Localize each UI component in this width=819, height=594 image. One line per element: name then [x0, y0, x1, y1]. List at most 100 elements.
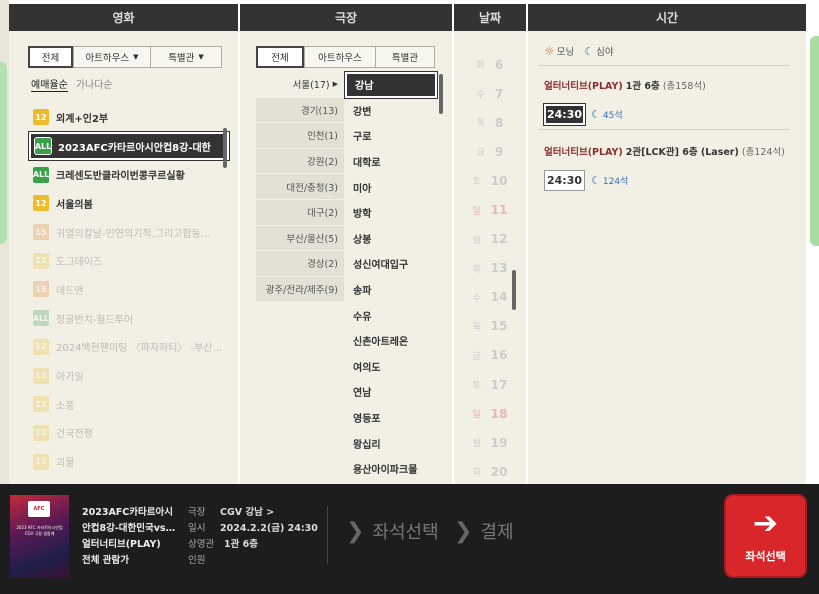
theater-link[interactable]: CGV 강남 >	[220, 505, 274, 521]
theater-item[interactable]: 강남	[344, 71, 438, 99]
next-seat-select-button[interactable]: ➔ 좌석선택	[724, 494, 807, 578]
theater-item[interactable]: 상봉	[345, 226, 437, 252]
region-item[interactable]: 인천(1)	[256, 123, 344, 149]
theater-list: 강남 강변 구로 대학로 미아 방학 상봉 성신여대입구 송파 수유 신촌아트레온 여의도 연남 영등포 왕…	[344, 71, 438, 482]
region-label: 강원(2)	[307, 157, 338, 169]
date-item[interactable]: 금9	[454, 137, 526, 166]
date-item[interactable]: 목8	[454, 108, 526, 137]
date-item[interactable]: 화 20	[454, 457, 526, 486]
movie-item[interactable]: 12 괴물	[29, 447, 229, 476]
sort-by-name[interactable]: 가나다순	[76, 76, 113, 92]
theater-item[interactable]: 강변	[345, 98, 437, 124]
movie-poster: AFC 2023 AFC 카타르아시안컵 CGV 극장 생중계	[10, 495, 69, 578]
remaining-seats-label: 124석	[602, 177, 629, 187]
date-weekday: 수	[472, 293, 481, 304]
theater-item[interactable]: 미아	[345, 174, 437, 200]
theater-list-scrollbar[interactable]	[439, 74, 443, 114]
theater-item[interactable]: 영등포	[345, 405, 437, 431]
movie-item[interactable]: 15 귀멸의칼날-인연의기적,그리고합동…	[29, 218, 229, 247]
movie-item[interactable]: 12 건국전쟁	[29, 419, 229, 448]
rating-badge: 12	[33, 338, 49, 355]
divider	[327, 506, 328, 564]
region-item[interactable]: 경기(13)	[256, 97, 344, 124]
date-item[interactable]: 월 19	[454, 428, 526, 457]
movie-item[interactable]: ALL 정글번치-월드투어	[29, 304, 229, 333]
date-item[interactable]: 화6	[454, 50, 526, 79]
theater-item[interactable]: 용산아이파크몰	[345, 456, 437, 482]
movie-item[interactable]: 12 소풍	[29, 390, 229, 419]
movie-item[interactable]: 12 아가일	[29, 361, 229, 390]
showtime-slot: 24:30 ☾ 124석	[544, 170, 794, 191]
date-list-scrollbar[interactable]	[512, 270, 516, 310]
remaining-seats: ☾ 124석	[591, 174, 628, 187]
detail-key: 인원	[188, 555, 206, 566]
movie-item[interactable]: ALL 2023AFC카타르아시안컵8강-대한	[28, 130, 230, 162]
movie-item[interactable]: 12 도그데이즈	[29, 246, 229, 275]
region-item[interactable]: 서울(17) ▶	[256, 72, 344, 98]
theater-item[interactable]: 여의도	[345, 354, 437, 380]
movie-item[interactable]: 12 2024백현팬미팅 〈파자파티〉 -부산…	[29, 333, 229, 362]
screen-brand: 얼터너티브(PLAY)	[544, 147, 623, 158]
date-item[interactable]: 토 10	[454, 166, 526, 195]
movie-title-line: 2023AFC카타르아시	[82, 507, 173, 518]
movie-tab-arthouse[interactable]: 아트하우스 ▼	[73, 46, 151, 68]
movie-tab-all[interactable]: 전체	[28, 46, 73, 68]
region-item[interactable]: 광주/전라/제주(9)	[256, 276, 344, 303]
movie-format: 얼터너티브(PLAY)	[82, 539, 161, 550]
rating-badge: ALL	[34, 137, 52, 156]
date-item[interactable]: 금 16	[454, 341, 526, 370]
date-item[interactable]: 수7	[454, 79, 526, 108]
theater-item[interactable]: 왕십리	[345, 430, 437, 456]
date-weekday: 수	[476, 90, 485, 101]
date-weekday: 토	[472, 381, 481, 392]
selected-theater-info: 극장 CGV 강남 > 일시 2024.2.2(금) 24:30 상영관 1관 6층 …	[188, 505, 318, 569]
date-item[interactable]: 일 18	[454, 399, 526, 428]
movie-column: 영화 전체 아트하우스 ▼ 특별관 ▼ 예매율순 가나다순 12 외계+인2부 ALL 2…	[9, 4, 238, 484]
theater-item[interactable]: 성신여대입구	[345, 251, 437, 277]
movie-item[interactable]: ALL 크레센도반클라이번콩쿠르실황	[29, 160, 229, 189]
date-item[interactable]: 목 15	[454, 312, 526, 341]
theater-tab-all[interactable]: 전체	[256, 46, 304, 68]
movie-item[interactable]: 15 데드맨	[29, 275, 229, 304]
theater-item[interactable]: 대학로	[345, 149, 437, 175]
rating-badge: 12	[33, 195, 49, 212]
theater-tab-special[interactable]: 특별관	[375, 46, 435, 68]
region-item[interactable]: 대구(2)	[256, 199, 344, 226]
movie-list-scrollbar[interactable]	[223, 128, 227, 168]
date-item[interactable]: 일 11	[454, 195, 526, 224]
date-weekday: 일	[472, 206, 481, 217]
left-edge-banner[interactable]	[0, 62, 7, 244]
movie-item[interactable]: 12 서울의봄	[29, 189, 229, 218]
showtime-slot: 24:30 ☾ 45석	[543, 103, 794, 126]
date-list: 화 6 수 7 목 8 금 9 토 10 일 11 월 12 화 13 수 14 목 15 금 16 토 17 일 18 월 19 화 2…	[454, 50, 526, 486]
theater-item[interactable]: 방학	[345, 200, 437, 226]
date-item[interactable]: 월 12	[454, 225, 526, 254]
region-item[interactable]: 부산/울산(5)	[256, 225, 344, 252]
region-item[interactable]: 강원(2)	[256, 148, 344, 175]
region-label: 대구(2)	[307, 208, 338, 220]
theater-item[interactable]: 연남	[345, 379, 437, 405]
date-item[interactable]: 토 17	[454, 370, 526, 399]
showtime-button[interactable]: 24:30	[543, 103, 586, 126]
theater-item[interactable]: 구로	[345, 123, 437, 149]
right-edge-banner[interactable]	[810, 36, 819, 246]
movie-item[interactable]: 12 외계+인2부	[29, 103, 229, 132]
sort-by-booking-rate[interactable]: 예매율순	[31, 76, 68, 92]
date-weekday: 토	[472, 177, 481, 188]
step-label: 결제	[480, 522, 514, 543]
theater-item[interactable]: 송파	[345, 277, 437, 303]
showtime-button[interactable]: 24:30	[544, 170, 585, 191]
movie-tab-special[interactable]: 특별관 ▼	[150, 46, 222, 68]
date-weekday: 목	[476, 119, 485, 130]
rating-badge: 12	[33, 424, 49, 441]
theater-item[interactable]: 신촌아트레온	[345, 328, 437, 354]
chevron-down-icon: ▼	[133, 53, 139, 61]
region-item[interactable]: 경상(2)	[256, 251, 344, 277]
showtime-group: 얼터너티브(PLAY) 1관 6층 (총158석) 24:30 ☾ 45석	[543, 78, 794, 126]
theater-item[interactable]: 수유	[345, 302, 437, 328]
theater-tab-arthouse[interactable]: 아트하우스	[304, 46, 376, 68]
region-item[interactable]: 대전/충청(3)	[256, 174, 344, 200]
date-day: 9	[494, 144, 504, 159]
date-weekday: 금	[476, 148, 485, 159]
region-list: 서울(17) ▶ 경기(13) 인천(1) 강원(2) 대전/충청(3) 대구(2) 부산/울…	[256, 72, 344, 303]
